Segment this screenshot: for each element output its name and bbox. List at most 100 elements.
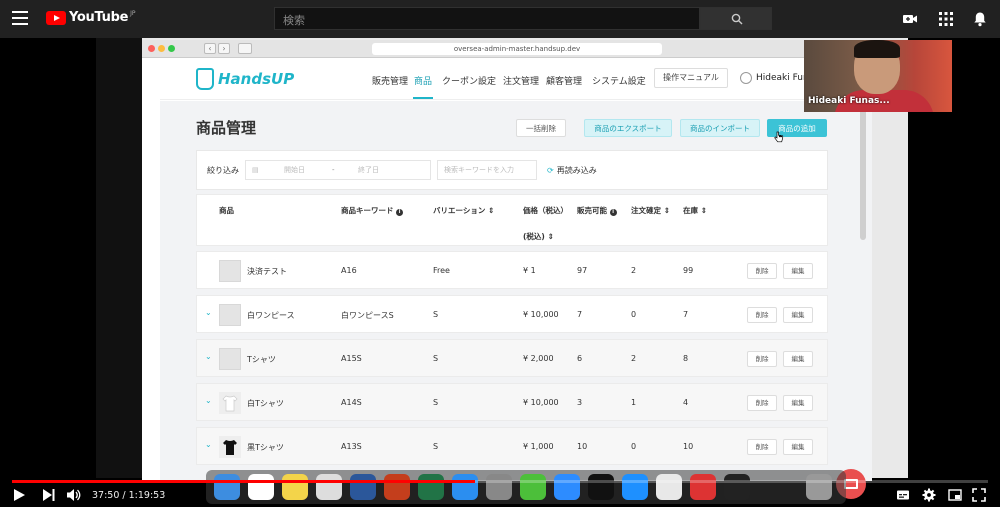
col-variation[interactable]: バリエーション ⇕ bbox=[433, 205, 494, 216]
settings-gear-icon[interactable] bbox=[922, 488, 936, 502]
product-name[interactable]: 白ワンピース bbox=[247, 310, 295, 321]
chevron-down-icon[interactable]: ⌄ bbox=[205, 396, 212, 405]
apps-grid-icon[interactable] bbox=[938, 11, 954, 27]
system-preferences-icon[interactable] bbox=[486, 474, 512, 500]
close-window-icon[interactable] bbox=[148, 45, 155, 52]
volume-icon[interactable] bbox=[66, 488, 82, 502]
maximize-window-icon[interactable] bbox=[168, 45, 175, 52]
calendar-app-icon[interactable] bbox=[248, 474, 274, 500]
edit-button[interactable]: 編集 bbox=[783, 439, 813, 455]
back-arrow-icon[interactable]: ‹ bbox=[204, 43, 216, 54]
app-store-icon[interactable] bbox=[452, 474, 478, 500]
keyword-search-input[interactable]: 検索キーワードを入力 bbox=[437, 160, 537, 180]
table-row[interactable]: ⌄ 白ワンピース 白ワンピースS S ¥ 10,000 7 0 7 削除 編集 bbox=[196, 295, 828, 333]
sidebar-toggle-icon[interactable] bbox=[238, 43, 252, 54]
video-progress-bar[interactable] bbox=[12, 480, 988, 483]
zoom-app-icon[interactable] bbox=[554, 474, 580, 500]
nav-coupons[interactable]: クーポン設定 bbox=[442, 74, 496, 87]
notes-app-icon[interactable] bbox=[282, 474, 308, 500]
product-confirmed: 1 bbox=[631, 398, 637, 407]
delete-button[interactable]: 削除 bbox=[747, 439, 777, 455]
edit-button[interactable]: 編集 bbox=[783, 395, 813, 411]
start-date-placeholder: 開始日 bbox=[284, 166, 305, 174]
delete-button[interactable]: 削除 bbox=[747, 395, 777, 411]
screen-recorder-icon[interactable] bbox=[724, 474, 750, 500]
product-image-placeholder-icon bbox=[219, 304, 241, 326]
product-price: ¥ 10,000 bbox=[523, 398, 559, 407]
excel-app-icon[interactable] bbox=[418, 474, 444, 500]
product-price: ¥ 1 bbox=[523, 266, 536, 275]
product-price: ¥ 10,000 bbox=[523, 310, 559, 319]
edit-button[interactable]: 編集 bbox=[783, 351, 813, 367]
reminders-app-icon[interactable] bbox=[316, 474, 342, 500]
wechat-app-icon[interactable] bbox=[520, 474, 546, 500]
user-avatar-icon[interactable] bbox=[740, 72, 752, 84]
product-name[interactable]: 白Tシャツ bbox=[247, 398, 284, 409]
col-confirmed[interactable]: 注文確定 ⇕ bbox=[631, 205, 670, 216]
chevron-down-icon[interactable]: ⌄ bbox=[205, 308, 212, 317]
safari-app-icon[interactable] bbox=[622, 474, 648, 500]
info-icon: i bbox=[609, 209, 617, 216]
finder-icon[interactable] bbox=[214, 474, 240, 500]
nav-customers[interactable]: 顧客管理 bbox=[546, 74, 582, 87]
date-range-input[interactable]: ▤ 開始日 - 終了日 bbox=[245, 160, 431, 180]
chevron-down-icon[interactable]: ⌄ bbox=[205, 440, 212, 449]
mail-app-icon[interactable] bbox=[690, 474, 716, 500]
delete-button[interactable]: 削除 bbox=[747, 263, 777, 279]
table-row[interactable]: 決済テスト A16 Free ¥ 1 97 2 99 削除 編集 bbox=[196, 251, 828, 289]
product-sellable: 97 bbox=[577, 266, 588, 275]
table-row[interactable]: ⌄ 黒Tシャツ A13S S ¥ 1,000 10 0 10 削除 編集 bbox=[196, 427, 828, 465]
search-button[interactable] bbox=[700, 7, 772, 30]
youtube-header: YouTube JP 検索 bbox=[0, 0, 1000, 38]
create-video-icon[interactable] bbox=[902, 11, 918, 27]
youtube-logo[interactable]: YouTube JP bbox=[46, 10, 136, 25]
import-products-button[interactable]: 商品のインポート bbox=[680, 119, 760, 137]
col-price-sub[interactable]: (税込) ⇕ bbox=[523, 231, 554, 242]
nav-sales[interactable]: 販売管理 bbox=[372, 74, 408, 87]
apple-tv-app-icon[interactable] bbox=[588, 474, 614, 500]
col-sellable[interactable]: 販売可能 i bbox=[577, 205, 617, 216]
table-row[interactable]: ⌄ 白Tシャツ A14S S ¥ 10,000 3 1 4 削除 編集 bbox=[196, 383, 828, 421]
fullscreen-icon[interactable] bbox=[972, 488, 986, 502]
col-stock[interactable]: 在庫 ⇕ bbox=[683, 205, 707, 216]
delete-button[interactable]: 削除 bbox=[747, 351, 777, 367]
search-input[interactable]: 検索 bbox=[274, 7, 700, 30]
product-confirmed: 0 bbox=[631, 310, 637, 319]
col-product[interactable]: 商品 bbox=[219, 205, 234, 216]
address-bar[interactable]: oversea-admin-master.handsup.dev bbox=[372, 43, 662, 55]
table-row[interactable]: ⌄ Tシャツ A15S S ¥ 2,000 6 2 8 削除 編集 bbox=[196, 339, 828, 377]
page-title: 商品管理 bbox=[196, 119, 257, 137]
export-products-button[interactable]: 商品のエクスポート bbox=[584, 119, 672, 137]
reload-button[interactable]: ⟳ 再読み込み bbox=[547, 165, 597, 176]
edit-button[interactable]: 編集 bbox=[783, 307, 813, 323]
bulk-delete-button[interactable]: 一括削除 bbox=[516, 119, 566, 137]
nav-products[interactable]: 商品 bbox=[414, 74, 432, 87]
manual-button[interactable]: 操作マニュアル bbox=[654, 68, 728, 88]
word-app-icon[interactable] bbox=[350, 474, 376, 500]
next-video-icon[interactable] bbox=[42, 488, 56, 502]
delete-button[interactable]: 削除 bbox=[747, 307, 777, 323]
handsup-logo[interactable]: HandsUP bbox=[196, 68, 294, 90]
menu-icon[interactable] bbox=[12, 11, 28, 25]
nav-system-settings[interactable]: システム設定 bbox=[592, 74, 646, 87]
subtitles-icon[interactable] bbox=[896, 488, 910, 502]
edit-button[interactable]: 編集 bbox=[783, 263, 813, 279]
col-price[interactable]: 価格（税込） bbox=[523, 205, 568, 216]
powerpoint-app-icon[interactable] bbox=[384, 474, 410, 500]
trash-icon[interactable] bbox=[806, 474, 832, 500]
notifications-bell-icon[interactable] bbox=[972, 11, 988, 27]
product-name[interactable]: Tシャツ bbox=[247, 354, 276, 365]
chevron-down-icon[interactable]: ⌄ bbox=[205, 352, 212, 361]
chrome-app-icon[interactable] bbox=[656, 474, 682, 500]
play-icon[interactable] bbox=[12, 488, 26, 502]
minimize-window-icon[interactable] bbox=[158, 45, 165, 52]
col-keyword[interactable]: 商品キーワード i bbox=[341, 205, 404, 216]
miniplayer-icon[interactable] bbox=[948, 488, 962, 502]
product-name[interactable]: 黒Tシャツ bbox=[247, 442, 284, 453]
nav-orders[interactable]: 注文管理 bbox=[503, 74, 539, 87]
product-name[interactable]: 決済テスト bbox=[247, 266, 287, 277]
app-header: HandsUP 販売管理 商品 クーポン設定 注文管理 顧客管理 システム設定 … bbox=[160, 58, 872, 100]
browser-window: ‹ › oversea-admin-master.handsup.dev Han… bbox=[142, 40, 872, 499]
forward-arrow-icon[interactable]: › bbox=[218, 43, 230, 54]
main-content: 商品管理 一括削除 商品のエクスポート 商品のインポート 商品の追加 絞り込み … bbox=[160, 101, 872, 499]
